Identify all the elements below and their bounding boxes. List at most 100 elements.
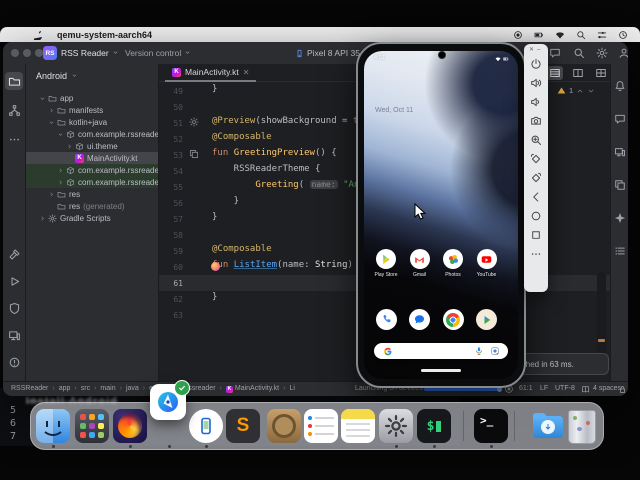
clock-icon[interactable] bbox=[618, 30, 628, 40]
control-center-icon[interactable] bbox=[597, 30, 607, 40]
view-split-toggle[interactable] bbox=[570, 66, 586, 80]
chat-icon[interactable] bbox=[549, 47, 561, 59]
tree-item-manifests[interactable]: manifests bbox=[26, 104, 158, 116]
breadcrumb-item[interactable]: app bbox=[59, 385, 71, 392]
tree-item-com-example-rssreader[interactable]: com.example.rssreader bbox=[26, 128, 158, 140]
lens-icon[interactable] bbox=[490, 346, 500, 356]
editor-scrollbar[interactable] bbox=[597, 272, 606, 356]
dock-app-icon-phone-app[interactable] bbox=[375, 309, 397, 330]
project-selector[interactable]: RSS Reader bbox=[61, 48, 119, 58]
dock-app-icon-chrome[interactable] bbox=[442, 309, 464, 330]
back-icon[interactable] bbox=[530, 191, 542, 203]
gesture-navigation-bar[interactable] bbox=[421, 369, 461, 372]
app-icon-youtube[interactable] bbox=[476, 249, 497, 269]
caret-position[interactable]: 61:1 bbox=[519, 385, 533, 392]
record-icon[interactable] bbox=[513, 30, 523, 40]
tree-item-com-example-rssreader[interactable]: com.example.rssreader(test) bbox=[26, 176, 158, 188]
star4-icon[interactable] bbox=[614, 212, 626, 224]
close-tab-icon[interactable]: ✕ bbox=[243, 68, 250, 77]
more-h-icon[interactable] bbox=[5, 130, 23, 148]
breadcrumb-item[interactable]: K MainActivity.kt bbox=[225, 385, 279, 393]
dock-item-android-emulator[interactable] bbox=[189, 409, 223, 443]
search-icon[interactable] bbox=[576, 30, 586, 40]
lock-icon[interactable] bbox=[618, 385, 627, 394]
app-icon-gmail[interactable] bbox=[409, 249, 430, 269]
user-icon[interactable] bbox=[618, 47, 628, 59]
dock-item-android-studio[interactable] bbox=[150, 380, 190, 420]
dock-item-terminal[interactable]: $ bbox=[417, 409, 451, 443]
tree-item-app[interactable]: app bbox=[26, 92, 158, 104]
tree-item-kotlin-java[interactable]: kotlin+java bbox=[26, 116, 158, 128]
active-app-name[interactable]: qemu-system-aarch64 bbox=[57, 30, 152, 40]
bell-icon[interactable] bbox=[614, 80, 626, 92]
tab-mainactivity[interactable]: K MainActivity.kt ✕ bbox=[165, 64, 257, 82]
dock-item-notes[interactable] bbox=[341, 409, 375, 443]
devices-icon[interactable] bbox=[614, 146, 626, 158]
tree-item-mainactivity-kt[interactable]: K MainActivity.kt bbox=[26, 152, 158, 164]
emulator-close-icon[interactable]: ✕ bbox=[529, 47, 537, 53]
hammer-icon[interactable] bbox=[5, 245, 23, 263]
dock-item-downloads[interactable] bbox=[531, 409, 565, 443]
tree-item-gradle-scripts[interactable]: Gradle Scripts bbox=[26, 212, 158, 224]
vcs-selector[interactable]: Version control bbox=[125, 48, 191, 58]
breadcrumb-item[interactable]: Li bbox=[289, 385, 294, 392]
structure-icon[interactable] bbox=[5, 101, 23, 119]
home-icon[interactable] bbox=[530, 210, 542, 222]
vol-down-icon[interactable] bbox=[530, 96, 542, 108]
tree-item-res[interactable]: res bbox=[26, 188, 158, 200]
tree-item-res[interactable]: res (generated) bbox=[26, 200, 158, 212]
app-icon-photos[interactable] bbox=[443, 249, 463, 269]
list-icon[interactable] bbox=[614, 245, 626, 257]
dock-item-finder[interactable] bbox=[36, 409, 70, 443]
layers-icon[interactable] bbox=[614, 179, 626, 191]
dock-item-iterm[interactable]: >_ bbox=[474, 409, 508, 443]
camera-icon[interactable] bbox=[530, 115, 542, 127]
indent-setting[interactable]: 4 spaces bbox=[593, 385, 621, 392]
dock-app-icon-messages[interactable] bbox=[409, 309, 430, 330]
view-list-toggle[interactable] bbox=[547, 66, 563, 80]
chat-icon[interactable] bbox=[614, 113, 626, 125]
line-separator[interactable]: LF bbox=[540, 385, 548, 392]
dock-item-launchpad[interactable] bbox=[75, 409, 109, 443]
emulator-minimize-icon[interactable]: – bbox=[537, 47, 543, 53]
battery-icon[interactable] bbox=[534, 30, 544, 40]
project-view-selector[interactable]: Android bbox=[36, 71, 78, 81]
rotate-right-icon[interactable] bbox=[530, 172, 542, 184]
vol-up-icon[interactable] bbox=[530, 77, 542, 89]
close-window-button[interactable] bbox=[11, 49, 19, 57]
maximize-window-button[interactable] bbox=[35, 49, 43, 57]
view-grid-toggle[interactable] bbox=[593, 66, 609, 80]
gear-gutter-icon[interactable] bbox=[189, 117, 199, 127]
reader-mode-icon[interactable] bbox=[581, 385, 590, 394]
gear-icon[interactable] bbox=[596, 47, 608, 59]
app-icon-play-store[interactable] bbox=[376, 249, 396, 269]
mic-icon[interactable] bbox=[474, 346, 484, 356]
wifi-icon[interactable] bbox=[555, 30, 565, 40]
file-encoding[interactable]: UTF-8 bbox=[555, 385, 575, 392]
run-icon[interactable] bbox=[5, 272, 23, 290]
emulator-phone-window[interactable]: 4:01 Wed, Oct 11 Play Store Gmail Photos Yo… bbox=[356, 42, 526, 388]
dock-item-firefox[interactable] bbox=[113, 409, 147, 443]
dock-app-icon-google-tv[interactable] bbox=[476, 309, 497, 330]
dock-item-trash[interactable] bbox=[565, 409, 599, 444]
more-h-icon[interactable] bbox=[530, 248, 542, 260]
shield-icon[interactable] bbox=[5, 299, 23, 317]
breadcrumb-item[interactable]: RSSReader bbox=[11, 385, 48, 392]
breadcrumb-item[interactable]: main bbox=[100, 385, 115, 392]
zoom-in-icon[interactable] bbox=[530, 134, 542, 146]
rotate-left-icon[interactable] bbox=[530, 153, 542, 165]
folder-icon[interactable] bbox=[5, 72, 23, 90]
breadcrumb-item[interactable]: src bbox=[81, 385, 90, 392]
breadcrumb-item[interactable]: java bbox=[126, 385, 139, 392]
apple-logo-icon[interactable] bbox=[34, 30, 44, 40]
minimize-window-button[interactable] bbox=[23, 49, 31, 57]
google-search-bar[interactable] bbox=[374, 343, 508, 359]
phone-screen[interactable]: 4:01 Wed, Oct 11 Play Store Gmail Photos Yo… bbox=[364, 51, 518, 379]
tree-item-ui-theme[interactable]: ui.theme bbox=[26, 140, 158, 152]
dock-item-system-settings[interactable] bbox=[379, 409, 413, 443]
devices-icon[interactable] bbox=[5, 326, 23, 344]
layers-gutter-icon[interactable] bbox=[189, 149, 199, 159]
dock-item-sublime-text[interactable]: S bbox=[226, 409, 260, 443]
compose-preview-icon[interactable] bbox=[211, 262, 220, 271]
tree-item-com-example-rssreader[interactable]: com.example.rssreader(andro bbox=[26, 164, 158, 176]
